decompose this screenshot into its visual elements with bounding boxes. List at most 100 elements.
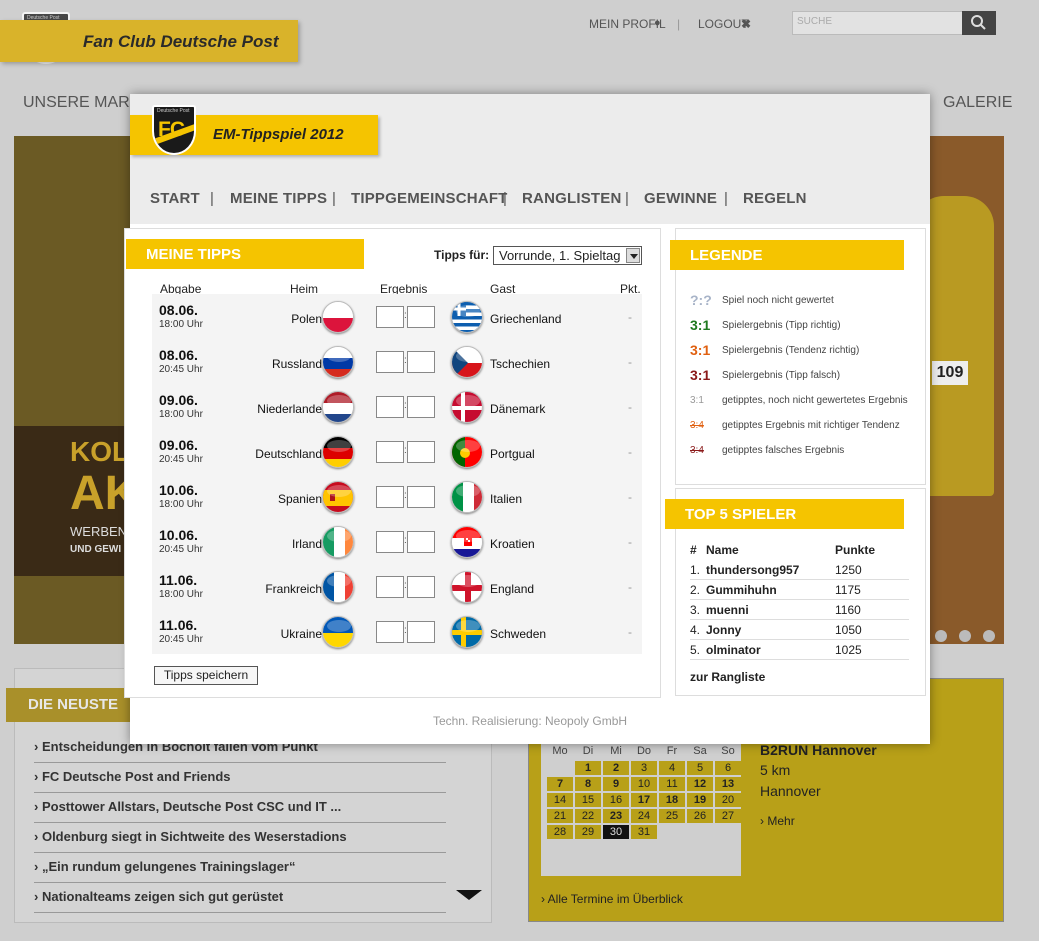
player-name: Gummihuhn (706, 583, 777, 597)
match-row: 09.06. 20:45 Uhr Deutschland: Portgual - (152, 431, 642, 476)
calendar-day[interactable]: 23 (603, 809, 629, 823)
all-events-link[interactable]: › Alle Termine im Überblick (541, 892, 683, 906)
calendar-day[interactable]: 13 (715, 777, 741, 791)
guest-score-input[interactable] (407, 486, 435, 508)
calendar-day[interactable]: 22 (575, 809, 601, 823)
club-title: Fan Club Deutsche Post (83, 32, 279, 51)
guest-team: Griechenland (490, 312, 562, 326)
home-score-input[interactable] (376, 441, 404, 463)
news-item[interactable]: › Nationalteams zeigen sich gut gerüstet (34, 883, 446, 913)
nav-regeln[interactable]: REGELN (743, 190, 807, 207)
calendar-day[interactable]: 12 (687, 777, 713, 791)
slider-dot[interactable] (935, 630, 947, 642)
calendar-day[interactable]: 3 (631, 761, 657, 775)
calendar-day[interactable]: 16 (603, 793, 629, 807)
guest-score-input[interactable] (407, 531, 435, 553)
news-item[interactable]: › Posttower Allstars, Deutsche Post CSC … (34, 793, 446, 823)
nav-ranglisten[interactable]: RANGLISTEN (522, 190, 622, 207)
home-flag-icon (322, 436, 354, 468)
event-more-link[interactable]: › Mehr (760, 814, 795, 828)
slider-dot[interactable] (959, 630, 971, 642)
nav-meine-tipps[interactable]: MEINE TIPPS (230, 190, 327, 207)
guest-score-input[interactable] (407, 441, 435, 463)
player-name: Jonny (706, 623, 742, 637)
calendar-day[interactable]: 31 (631, 825, 657, 839)
calendar-day[interactable]: 9 (603, 777, 629, 791)
calendar-day[interactable]: 20 (715, 793, 741, 807)
home-team: Russland (271, 357, 322, 371)
news-item[interactable]: › Oldenburg siegt in Sichtweite des Wese… (34, 823, 446, 853)
calendar-day[interactable]: 6 (715, 761, 741, 775)
event-title[interactable]: B2RUN Hannover (760, 742, 877, 758)
calendar-day-header: Mo (552, 745, 568, 757)
top5-col-rank: # (690, 543, 697, 557)
news-item[interactable]: › „Ein rundum gelungenes Trainingslager“ (34, 853, 446, 883)
calendar-day[interactable]: 18 (659, 793, 685, 807)
matchday-select[interactable]: Vorrunde, 1. Spieltag (493, 246, 642, 265)
top5-row[interactable]: 1. thundersong957 1250 (690, 560, 909, 580)
calendar-day[interactable]: 5 (687, 761, 713, 775)
home-score-input[interactable] (376, 306, 404, 328)
search-button[interactable] (962, 11, 996, 35)
top5-row[interactable]: 2. Gummihuhn 1175 (690, 580, 909, 600)
home-score-input[interactable] (376, 486, 404, 508)
legend-symbol: 3:4 (690, 445, 704, 456)
home-score-input[interactable] (376, 396, 404, 418)
home-score-input[interactable] (376, 351, 404, 373)
calendar-day[interactable]: 21 (547, 809, 573, 823)
nav-galerie[interactable]: GALERIE (943, 94, 1012, 112)
nav-gewinne[interactable]: GEWINNE (644, 190, 717, 207)
calendar-day[interactable]: 19 (687, 793, 713, 807)
top5-row[interactable]: 3. muenni 1160 (690, 600, 909, 620)
nav-tippgemeinschaft[interactable]: TIPPGEMEINSCHAFT (351, 190, 508, 207)
legend-item: 3:4 getipptes Ergebnis mit richtiger Tend… (690, 417, 930, 437)
calendar-day[interactable]: 2 (603, 761, 629, 775)
calendar-day[interactable]: 11 (659, 777, 685, 791)
calendar-day[interactable]: 15 (575, 793, 601, 807)
calendar-day[interactable]: 4 (659, 761, 685, 775)
calendar-day[interactable]: 17 (631, 793, 657, 807)
top5-row[interactable]: 5. olminator 1025 (690, 640, 909, 660)
guest-score-input[interactable] (407, 306, 435, 328)
calendar-day-header: So (721, 745, 735, 757)
player-points: 1250 (835, 563, 862, 577)
calendar-day[interactable]: 14 (547, 793, 573, 807)
match-date: 09.06. (159, 392, 198, 408)
calendar-day[interactable]: 29 (575, 825, 601, 839)
match-date: 10.06. (159, 527, 198, 543)
calendar-day[interactable]: 10 (631, 777, 657, 791)
calendar-day[interactable]: 8 (575, 777, 601, 791)
nav-separator: | (503, 190, 507, 207)
guest-flag-icon (451, 346, 483, 378)
home-score-input[interactable] (376, 621, 404, 643)
guest-score-input[interactable] (407, 351, 435, 373)
calendar-day[interactable]: 25 (659, 809, 685, 823)
top5-col-points: Punkte (835, 543, 876, 557)
calendar-day[interactable]: 7 (547, 777, 573, 791)
calendar-day[interactable]: 24 (631, 809, 657, 823)
save-tips-button[interactable]: Tipps speichern (154, 666, 258, 685)
news-item[interactable]: › FC Deutsche Post and Friends (34, 763, 446, 793)
calendar-day[interactable]: 28 (547, 825, 573, 839)
calendar-day[interactable]: 26 (687, 809, 713, 823)
nav-start[interactable]: START (150, 190, 200, 207)
home-team: Deutschland (255, 447, 322, 461)
chevron-down-icon[interactable] (626, 248, 640, 263)
tippspiel-modal: EM-Tippspiel 2012 Deutsche Post FC START… (124, 94, 930, 744)
legend-text: getipptes, noch nicht gewertetes Ergebni… (722, 395, 908, 406)
guest-score-input[interactable] (407, 576, 435, 598)
news-scroll-down-icon[interactable] (456, 890, 482, 900)
slider-dot[interactable] (983, 630, 995, 642)
guest-flag-icon (451, 571, 483, 603)
top5-row[interactable]: 4. Jonny 1050 (690, 620, 909, 640)
home-score-input[interactable] (376, 531, 404, 553)
guest-flag-icon (451, 481, 483, 513)
calendar-day[interactable]: 30 (603, 825, 629, 839)
guest-score-input[interactable] (407, 396, 435, 418)
calendar-day[interactable]: 1 (575, 761, 601, 775)
home-score-input[interactable] (376, 576, 404, 598)
calendar-day[interactable]: 27 (715, 809, 741, 823)
guest-score-input[interactable] (407, 621, 435, 643)
ranking-link[interactable]: zur Rangliste (690, 670, 765, 684)
match-row: 10.06. 18:00 Uhr Spanien: Italien - (152, 476, 642, 521)
